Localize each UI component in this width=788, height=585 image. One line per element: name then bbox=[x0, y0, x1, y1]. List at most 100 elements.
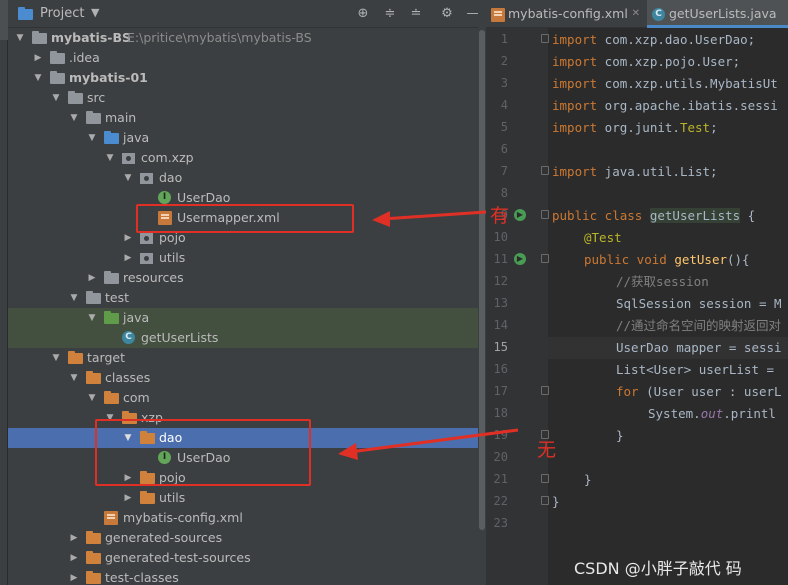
code-line-10[interactable]: @Test bbox=[584, 230, 622, 246]
line-number: 10 bbox=[493, 230, 508, 244]
tree-item-mybatis-bs[interactable]: ▼ mybatis-BS E:\pritice\mybatis\mybatis-… bbox=[8, 28, 486, 48]
folder-icon bbox=[68, 91, 83, 104]
chevron-down-icon[interactable]: ▼ bbox=[14, 32, 26, 44]
tab-mybatis-config-xml[interactable]: mybatis-config.xml ✕ bbox=[486, 0, 646, 28]
code-line-15[interactable]: UserDao mapper = sessi bbox=[616, 340, 782, 356]
chevron-down-icon[interactable]: ▼ bbox=[86, 132, 98, 144]
tree-item-mybatis-config-xml[interactable]: mybatis-config.xml bbox=[8, 508, 486, 528]
code-token: Test bbox=[679, 120, 711, 135]
code-token: } bbox=[584, 472, 592, 487]
close-icon[interactable]: ✕ bbox=[632, 0, 640, 28]
chevron-down-icon[interactable]: ▼ bbox=[91, 6, 99, 19]
tree-item-src[interactable]: ▼ src bbox=[8, 88, 486, 108]
fold-marker-icon[interactable] bbox=[541, 386, 549, 395]
chevron-down-icon[interactable]: ▼ bbox=[104, 152, 116, 164]
chevron-right-icon[interactable]: ▶ bbox=[122, 232, 134, 244]
expand-all-icon[interactable]: ≑ bbox=[383, 7, 397, 21]
chevron-right-icon[interactable]: ▶ bbox=[68, 532, 80, 544]
tree-item-test-classes[interactable]: ▶ test-classes bbox=[8, 568, 486, 585]
chevron-right-icon[interactable]: ▶ bbox=[86, 272, 98, 284]
tree-item-generated-test-sources[interactable]: ▶ generated-test-sources bbox=[8, 548, 486, 568]
code-token: (User user : userL bbox=[638, 384, 782, 399]
fold-marker-icon[interactable] bbox=[541, 254, 549, 263]
run-icon[interactable]: ▶ bbox=[514, 253, 526, 265]
code-token: com.xzp.pojo.User; bbox=[597, 54, 741, 69]
tree-label: mybatis-config.xml bbox=[123, 510, 243, 525]
code-line-2[interactable]: import com.xzp.pojo.User; bbox=[552, 54, 740, 70]
chevron-down-icon[interactable]: ▼ bbox=[32, 72, 44, 84]
tree-item-idea[interactable]: ▶ .idea bbox=[8, 48, 486, 68]
tree-item-com[interactable]: ▼ com bbox=[8, 388, 486, 408]
line-number: 4 bbox=[500, 98, 508, 112]
scrollbar-thumb[interactable] bbox=[479, 30, 485, 530]
locate-icon[interactable]: ⊕ bbox=[356, 7, 370, 21]
chevron-down-icon[interactable]: ▼ bbox=[68, 372, 80, 384]
chevron-down-icon[interactable]: ▼ bbox=[50, 352, 62, 364]
tree-item-mybatis-01[interactable]: ▼ mybatis-01 bbox=[8, 68, 486, 88]
tree-label: .idea bbox=[69, 50, 100, 65]
tree-item-getuserlists[interactable]: C getUserLists bbox=[8, 328, 486, 348]
collapse-all-icon[interactable]: ≐ bbox=[409, 7, 423, 21]
code-line-18[interactable]: System.out.printl bbox=[648, 406, 776, 422]
tree-item-resources[interactable]: ▶ resources bbox=[8, 268, 486, 288]
tree-item-com-xzp[interactable]: ▼ com.xzp bbox=[8, 148, 486, 168]
fold-marker-icon[interactable] bbox=[541, 166, 549, 175]
tree-item-generated-sources[interactable]: ▶ generated-sources bbox=[8, 528, 486, 548]
tree-item-main[interactable]: ▼ main bbox=[8, 108, 486, 128]
chevron-right-icon[interactable]: ▶ bbox=[68, 552, 80, 564]
project-scrollbar[interactable] bbox=[478, 0, 486, 585]
tree-item-java-main[interactable]: ▼ java bbox=[8, 128, 486, 148]
chevron-right-icon[interactable]: ▶ bbox=[122, 252, 134, 264]
code-line-21[interactable]: } bbox=[584, 472, 592, 488]
code-line-3[interactable]: import com.xzp.utils.MybatisUt bbox=[552, 76, 778, 92]
chevron-down-icon[interactable]: ▼ bbox=[122, 172, 134, 184]
code-line-5[interactable]: import org.junit.Test; bbox=[552, 120, 718, 136]
fold-marker-icon[interactable] bbox=[541, 496, 549, 505]
code-line-13[interactable]: SqlSession session = M bbox=[616, 296, 782, 312]
chevron-down-icon[interactable]: ▼ bbox=[50, 92, 62, 104]
gear-icon[interactable]: ⚙ bbox=[440, 7, 454, 21]
tree-label: src bbox=[87, 90, 106, 105]
chevron-right-icon[interactable]: ▶ bbox=[68, 572, 80, 584]
tree-item-utils-target[interactable]: ▶ utils bbox=[8, 488, 486, 508]
chevron-down-icon[interactable]: ▼ bbox=[68, 292, 80, 304]
chevron-down-icon[interactable]: ▼ bbox=[86, 392, 98, 404]
code-line-16[interactable]: List<User> userList = bbox=[616, 362, 782, 378]
code-line-12[interactable]: //获取session bbox=[616, 274, 709, 290]
code-line-14[interactable]: //通过命名空间的映射返回对 bbox=[616, 318, 781, 334]
tree-item-target[interactable]: ▼ target bbox=[8, 348, 486, 368]
folder-icon bbox=[86, 111, 101, 124]
code-token: out bbox=[700, 406, 724, 421]
tree-label: mybatis-BS bbox=[51, 30, 131, 45]
tree-item-dao[interactable]: ▼ dao bbox=[8, 168, 486, 188]
tree-item-classes[interactable]: ▼ classes bbox=[8, 368, 486, 388]
run-icon[interactable]: ▶ bbox=[514, 209, 526, 221]
tree-item-utils[interactable]: ▶ utils bbox=[8, 248, 486, 268]
excluded-folder-icon bbox=[86, 531, 101, 544]
code-token: @Test bbox=[584, 230, 622, 245]
code-line-1[interactable]: import com.xzp.dao.UserDao; bbox=[552, 32, 755, 48]
code-line-17[interactable]: for (User user : userL bbox=[616, 384, 782, 400]
chevron-down-icon[interactable]: ▼ bbox=[68, 112, 80, 124]
chevron-right-icon[interactable]: ▶ bbox=[32, 52, 44, 64]
tree-item-java-test[interactable]: ▼ java bbox=[8, 308, 486, 328]
code-line-19[interactable]: } bbox=[616, 428, 624, 444]
tree-label: utils bbox=[159, 490, 186, 505]
code-line-11[interactable]: public void getUser(){ bbox=[584, 252, 750, 268]
code-line-9[interactable]: public class getUserLists { bbox=[552, 208, 755, 224]
fold-marker-icon[interactable] bbox=[541, 34, 549, 43]
code-line-4[interactable]: import org.apache.ibatis.sessi bbox=[552, 98, 778, 114]
editor-tab-bar: mybatis-config.xml ✕ C getUserLists.java bbox=[486, 0, 788, 28]
left-tool-strip bbox=[0, 0, 22, 585]
tree-item-test[interactable]: ▼ test bbox=[8, 288, 486, 308]
chevron-down-icon[interactable]: ▼ bbox=[86, 312, 98, 324]
code-line-7[interactable]: import java.util.List; bbox=[552, 164, 718, 180]
tab-getuserlists-java[interactable]: C getUserLists.java bbox=[647, 0, 788, 28]
project-panel-title[interactable]: Project bbox=[40, 6, 84, 21]
chevron-right-icon[interactable]: ▶ bbox=[122, 492, 134, 504]
fold-marker-icon[interactable] bbox=[541, 210, 549, 219]
tab-label: mybatis-config.xml bbox=[508, 6, 628, 21]
code-line-22[interactable]: } bbox=[552, 494, 560, 510]
source-folder-icon bbox=[104, 131, 119, 144]
fold-marker-icon[interactable] bbox=[541, 474, 549, 483]
